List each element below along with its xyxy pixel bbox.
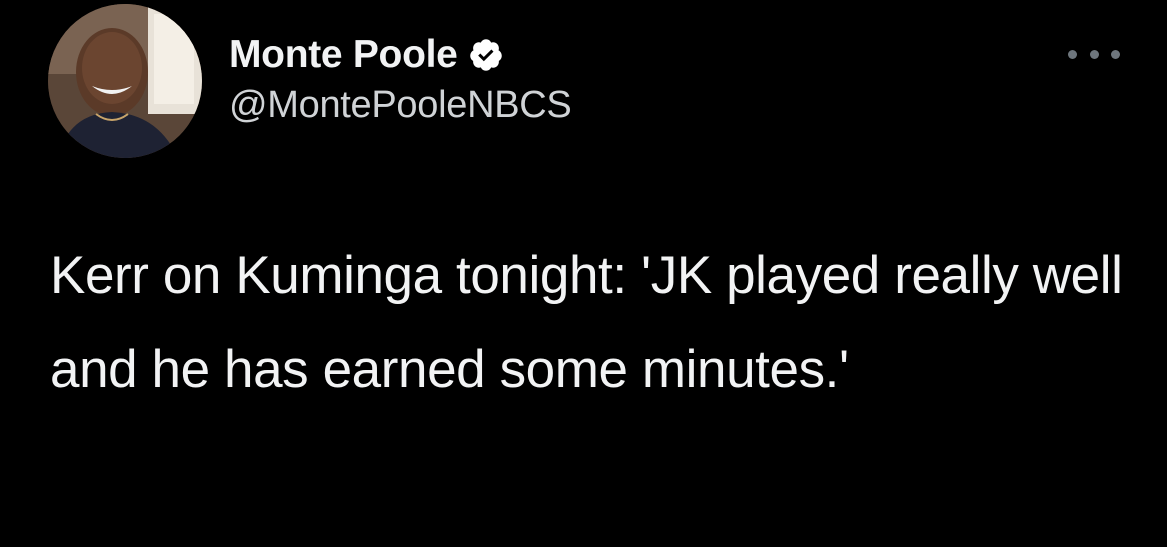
author-handle[interactable]: @MontePooleNBCS (229, 84, 572, 127)
profile-photo (48, 4, 202, 158)
verified-badge-icon (469, 39, 502, 71)
dot (1068, 49, 1077, 59)
display-name[interactable]: Monte Poole (229, 33, 458, 77)
dot (1111, 49, 1120, 59)
more-options-icon[interactable] (1068, 46, 1120, 62)
avatar[interactable] (48, 4, 202, 158)
dot (1089, 49, 1099, 59)
tweet-text: Kerr on Kuminga tonight: 'JK played real… (50, 246, 1137, 399)
name-row: Monte Poole (229, 30, 571, 80)
tweet-card: Monte Poole @MontePooleNBCS Kerr on Kumi… (0, 0, 1167, 547)
tweet-header: Monte Poole @MontePooleNBCS (229, 30, 572, 127)
